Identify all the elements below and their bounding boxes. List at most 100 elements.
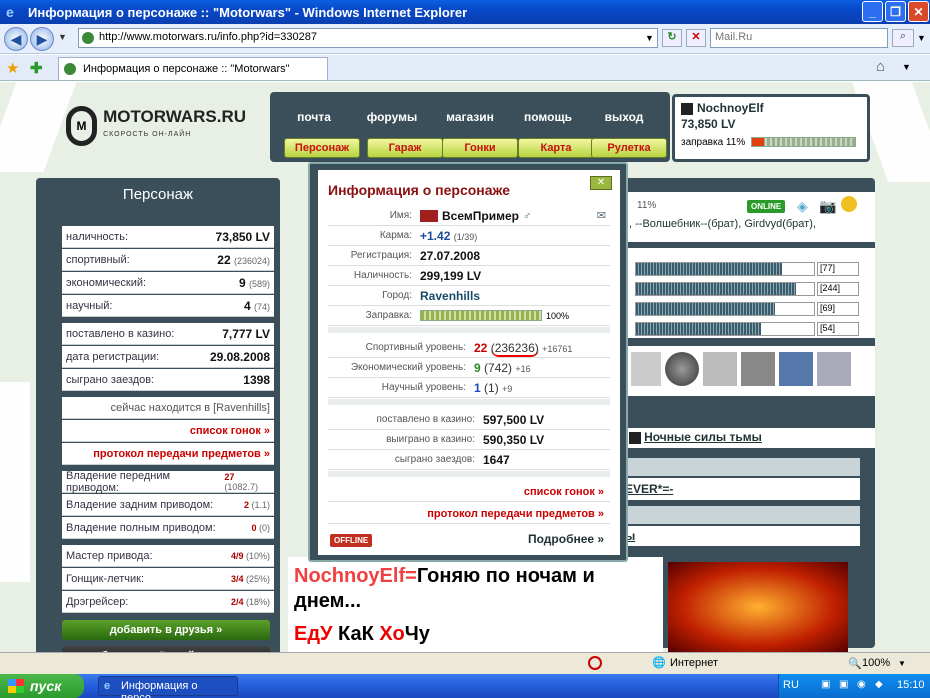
history-dropdown-icon[interactable]: ▼: [58, 32, 67, 42]
zoom-dropdown-icon[interactable]: ▼: [898, 659, 906, 668]
part-item[interactable]: [817, 352, 851, 386]
subnav-map[interactable]: Карта: [518, 138, 594, 158]
stat-row-label: спортивный:: [66, 253, 130, 266]
close-button[interactable]: ✕: [908, 1, 929, 22]
skill-bar: [635, 322, 815, 336]
drive-row-label: Владение передним приводом:: [66, 469, 171, 494]
coin-icon[interactable]: [841, 196, 857, 212]
url-dropdown-icon[interactable]: ▼: [645, 33, 654, 43]
home-icon[interactable]: ⌂: [876, 58, 885, 75]
popup-casino-row: выиграно в казино: 590,350 LV: [328, 430, 610, 450]
part-item[interactable]: [631, 352, 661, 386]
refresh-icon[interactable]: ↻: [662, 29, 682, 47]
subnav-roulette[interactable]: Рулетка: [591, 138, 667, 158]
windows-logo-icon: [8, 679, 24, 693]
user-name[interactable]: NochnoyElf: [697, 101, 764, 115]
drive-row-label: Владение задним приводом:: [66, 498, 214, 511]
popup-casino-row: сыграно заездов: 1647: [328, 450, 610, 470]
popup-close-button[interactable]: ✕: [590, 176, 612, 190]
stat-row-value: 4: [243, 298, 251, 313]
stop-icon[interactable]: ✕: [686, 29, 706, 47]
site-logo[interactable]: M MOTORWARS.RU СКОРОСТЬ ОН-ЛАЙН: [66, 106, 246, 146]
skill-count: [54]: [817, 322, 859, 336]
diamond-icon[interactable]: ◈: [797, 198, 808, 215]
tray-icon[interactable]: ▣: [821, 679, 830, 690]
home-dropdown-icon[interactable]: ▼: [902, 62, 911, 72]
stat-row-label: научный:: [66, 299, 113, 312]
race-list-link[interactable]: список гонок »: [62, 420, 274, 442]
subnav-character[interactable]: Персонаж: [284, 138, 360, 158]
window-titlebar: e Информация о персонаже :: "Motorwars" …: [0, 0, 930, 24]
subnav-races[interactable]: Гонки: [442, 138, 518, 158]
location-text[interactable]: сейчас находится в [Ravenhills]: [111, 402, 270, 414]
karma-value: +1.42: [420, 228, 451, 243]
tray-icon[interactable]: ▣: [839, 679, 848, 690]
skill-count: [77]: [817, 262, 859, 276]
stat2-row-value: 7,777 LV: [222, 326, 270, 341]
popup-value: ВсемПример: [442, 208, 519, 223]
drive-row-label: Владение полным приводом:: [66, 521, 216, 534]
skill-bar: [635, 262, 815, 276]
search-dropdown-icon[interactable]: ▼: [917, 33, 926, 43]
section-header: [625, 458, 860, 476]
part-item[interactable]: [741, 352, 775, 386]
popup-casino-row: поставлено в казино: 597,500 LV: [328, 410, 610, 430]
drive-row: Владение полным приводом: 0 (0): [62, 517, 274, 539]
start-button[interactable]: пуск: [0, 674, 84, 698]
popup-level-row: Научный уровень: 1 (1) +9: [328, 378, 610, 398]
maximize-button[interactable]: ❐: [885, 1, 906, 22]
user-fuel-bar: [751, 137, 857, 148]
search-input[interactable]: Mail.Ru: [710, 28, 888, 48]
popup-level-row: Экономический уровень: 9 (742) +16: [328, 358, 610, 378]
taskbar-item-label: Информация о персо...: [121, 680, 198, 698]
brothers-list: , --Волшебник--(брат), Girdvyd(брат),: [629, 218, 816, 230]
add-friend-button[interactable]: добавить в друзья »: [62, 620, 270, 640]
tray-icon[interactable]: ◆: [875, 679, 883, 690]
zoom-icon[interactable]: 🔍: [848, 657, 862, 670]
nav-help[interactable]: помощь: [512, 100, 584, 134]
ie-icon: e: [6, 4, 14, 20]
popup-label: Карма:: [379, 230, 412, 241]
taskbar-item-ie[interactable]: e Информация о персо...: [98, 676, 238, 698]
nav-shop[interactable]: магазин: [434, 100, 506, 134]
bl-link[interactable]: ы: [625, 526, 860, 546]
add-favorite-icon[interactable]: ✚: [30, 59, 43, 77]
favorites-star-icon[interactable]: ★: [6, 59, 19, 77]
popup-transfer-log-link[interactable]: протокол передачи предметов »: [328, 504, 610, 524]
race-list-label: список гонок »: [189, 424, 270, 437]
part-item[interactable]: [665, 352, 699, 386]
offline-badge: OFFLINE: [330, 534, 373, 547]
status-zoom[interactable]: 100%: [862, 657, 890, 669]
more-link[interactable]: Подробнее »: [528, 532, 604, 546]
casino-value: 590,350 LV: [483, 432, 545, 447]
minimize-button[interactable]: _: [862, 1, 883, 22]
forward-button[interactable]: ▶: [30, 27, 54, 51]
search-icon[interactable]: ⌕: [892, 29, 914, 47]
ie-icon: e: [104, 680, 111, 692]
drive-row-sub: (1082.7): [224, 481, 258, 492]
mail-icon[interactable]: ✉: [597, 209, 606, 222]
nav-forums[interactable]: форумы: [356, 100, 428, 134]
transfer-log-link[interactable]: протокол передачи предметов »: [62, 443, 274, 465]
tray-icon[interactable]: ◉: [857, 679, 866, 690]
part-item[interactable]: [703, 352, 737, 386]
part-item[interactable]: [779, 352, 813, 386]
url-input[interactable]: http://www.motorwars.ru/info.php?id=3302…: [78, 28, 658, 48]
lang-indicator[interactable]: RU: [783, 679, 799, 691]
nav-mail[interactable]: почта: [278, 100, 350, 134]
ever-link[interactable]: EVER*=-: [625, 478, 860, 500]
popup-blocked-icon[interactable]: [588, 656, 602, 670]
subnav-garage[interactable]: Гараж: [367, 138, 443, 158]
popup-row: Наличность: 299,199 LV: [328, 266, 610, 286]
casino-value: 597,500 LV: [483, 412, 545, 427]
popup-value: 27.07.2008: [420, 248, 481, 263]
tab-current[interactable]: Информация о персонаже :: "Motorwars": [58, 57, 328, 80]
nav-logout[interactable]: выход: [588, 100, 660, 134]
city-value[interactable]: Ravenhills: [420, 289, 480, 303]
karma-sub: (1/39): [453, 231, 478, 242]
level-label: Научный уровень:: [381, 382, 466, 393]
back-button[interactable]: ◀: [4, 27, 28, 51]
clan-link[interactable]: Ночные силы тьмы: [644, 430, 762, 444]
camera-icon[interactable]: 📷: [819, 198, 836, 215]
popup-race-list-link[interactable]: список гонок »: [328, 482, 610, 502]
